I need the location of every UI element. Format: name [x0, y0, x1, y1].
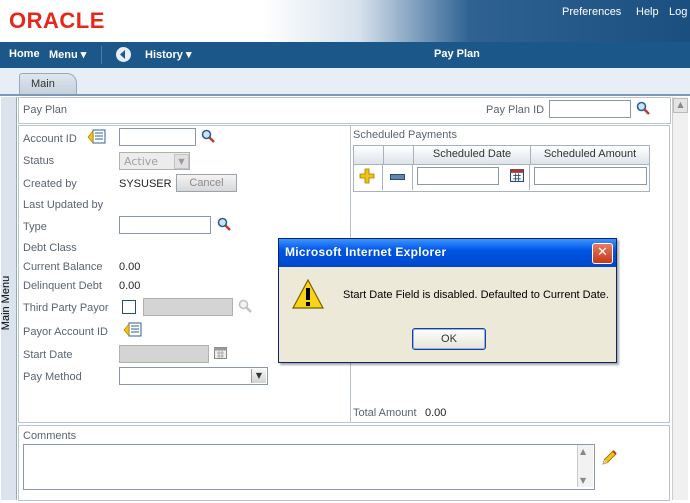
add-row-icon[interactable]	[359, 168, 375, 184]
account-lookup-icon[interactable]	[87, 128, 106, 144]
current-balance-label: Current Balance	[23, 261, 103, 273]
scheduled-payments-title: Scheduled Payments	[353, 129, 457, 141]
dialog-message: Start Date Field is disabled. Defaulted …	[343, 289, 609, 301]
pay-method-select[interactable]: ▼	[119, 367, 268, 385]
calendar-icon[interactable]	[510, 168, 524, 182]
main-menu-sidebar[interactable]: Main Menu	[0, 97, 17, 500]
payor-account-id-label: Payor Account ID	[23, 326, 108, 338]
alert-dialog: Microsoft Internet Explorer ✕ Start Date…	[278, 238, 617, 363]
grid-divider	[382, 164, 383, 190]
tab-underline	[0, 94, 690, 96]
scroll-up-icon[interactable]: ▲	[580, 447, 586, 456]
pay-plan-id-label: Pay Plan ID	[486, 104, 545, 116]
close-icon[interactable]: ✕	[592, 243, 613, 264]
help-link[interactable]: Help	[636, 6, 659, 18]
oracle-logo: ORACLE	[9, 8, 105, 33]
total-amount-value: 0.00	[425, 407, 447, 419]
warning-icon	[292, 279, 324, 309]
nav-bar: Home Menu ▾ History ▾ Pay Plan	[0, 42, 690, 68]
home-link[interactable]: Home	[9, 48, 40, 60]
status-label: Status	[23, 155, 55, 167]
logout-link[interactable]: Log	[669, 6, 687, 18]
chevron-down-icon: ▾	[80, 49, 87, 61]
preferences-link[interactable]: Preferences	[562, 6, 621, 18]
search-icon[interactable]	[217, 217, 231, 231]
history-dropdown[interactable]: History ▾	[145, 48, 192, 61]
created-by-label: Created by	[23, 178, 77, 190]
account-id-input[interactable]	[119, 128, 196, 146]
dialog-title: Microsoft Internet Explorer	[285, 245, 447, 259]
chevron-down-icon: ▼	[174, 154, 189, 169]
comments-textarea[interactable]	[23, 444, 595, 490]
search-icon	[238, 299, 252, 313]
back-arrow-icon[interactable]	[116, 47, 131, 62]
tab-main-label: Main	[31, 78, 55, 90]
delinquent-debt-label: Delinquent Debt	[23, 280, 102, 292]
third-party-payor-checkbox[interactable]	[122, 300, 136, 314]
cancel-button[interactable]: Cancel	[176, 174, 237, 192]
total-amount-label: Total Amount	[353, 407, 417, 419]
scheduled-amount-input[interactable]	[534, 167, 647, 185]
scheduled-date-input[interactable]	[417, 167, 499, 185]
type-label: Type	[23, 221, 47, 233]
grid-divider	[529, 164, 530, 190]
debt-class-label: Debt Class	[23, 242, 77, 254]
chevron-down-icon: ▼	[251, 369, 266, 383]
page-title: Pay Plan	[434, 48, 480, 60]
third-party-payor-input	[143, 298, 233, 316]
dialog-title-bar[interactable]: Microsoft Internet Explorer	[279, 239, 616, 267]
grid-header-add	[353, 145, 384, 165]
payor-lookup-icon[interactable]	[123, 321, 142, 337]
main-menu-label: Main Menu	[0, 275, 13, 331]
tab-strip	[0, 68, 690, 95]
scroll-down-icon[interactable]: ▼	[580, 476, 586, 485]
pencil-icon[interactable]	[601, 449, 618, 466]
type-input[interactable]	[119, 216, 211, 234]
delinquent-debt-value: 0.00	[119, 280, 141, 292]
status-select[interactable]: Active ▼	[119, 152, 190, 170]
tab-main[interactable]: Main	[19, 73, 77, 95]
column-header-scheduled-date[interactable]: Scheduled Date	[413, 145, 531, 165]
pay-plan-id-input[interactable]	[549, 100, 631, 118]
search-icon[interactable]	[636, 101, 650, 115]
start-date-label: Start Date	[23, 349, 73, 361]
menu-dropdown[interactable]: Menu ▾	[49, 48, 86, 61]
pay-method-label: Pay Method	[23, 371, 82, 383]
page-scrollbar[interactable]	[672, 97, 688, 500]
scroll-up-icon[interactable]: ▲	[673, 98, 688, 113]
third-party-payor-label: Third Party Payor	[23, 302, 109, 314]
comments-label: Comments	[23, 430, 77, 442]
created-by-value: SYSUSER	[119, 178, 172, 190]
last-updated-by-label: Last Updated by	[23, 199, 104, 211]
pay-plan-section-title: Pay Plan	[23, 104, 68, 116]
column-header-scheduled-amount[interactable]: Scheduled Amount	[530, 145, 650, 165]
account-id-label: Account ID	[23, 133, 77, 145]
search-icon[interactable]	[201, 129, 215, 143]
grid-divider	[412, 164, 413, 190]
ok-button[interactable]: OK	[412, 328, 486, 350]
start-date-input	[119, 345, 209, 363]
calendar-icon	[214, 347, 227, 359]
status-value: Active	[124, 155, 159, 168]
grid-header-remove	[383, 145, 414, 165]
current-balance-value: 0.00	[119, 261, 141, 273]
remove-row-icon[interactable]	[390, 174, 405, 180]
nav-divider	[101, 46, 102, 64]
chevron-down-icon: ▾	[185, 49, 192, 61]
